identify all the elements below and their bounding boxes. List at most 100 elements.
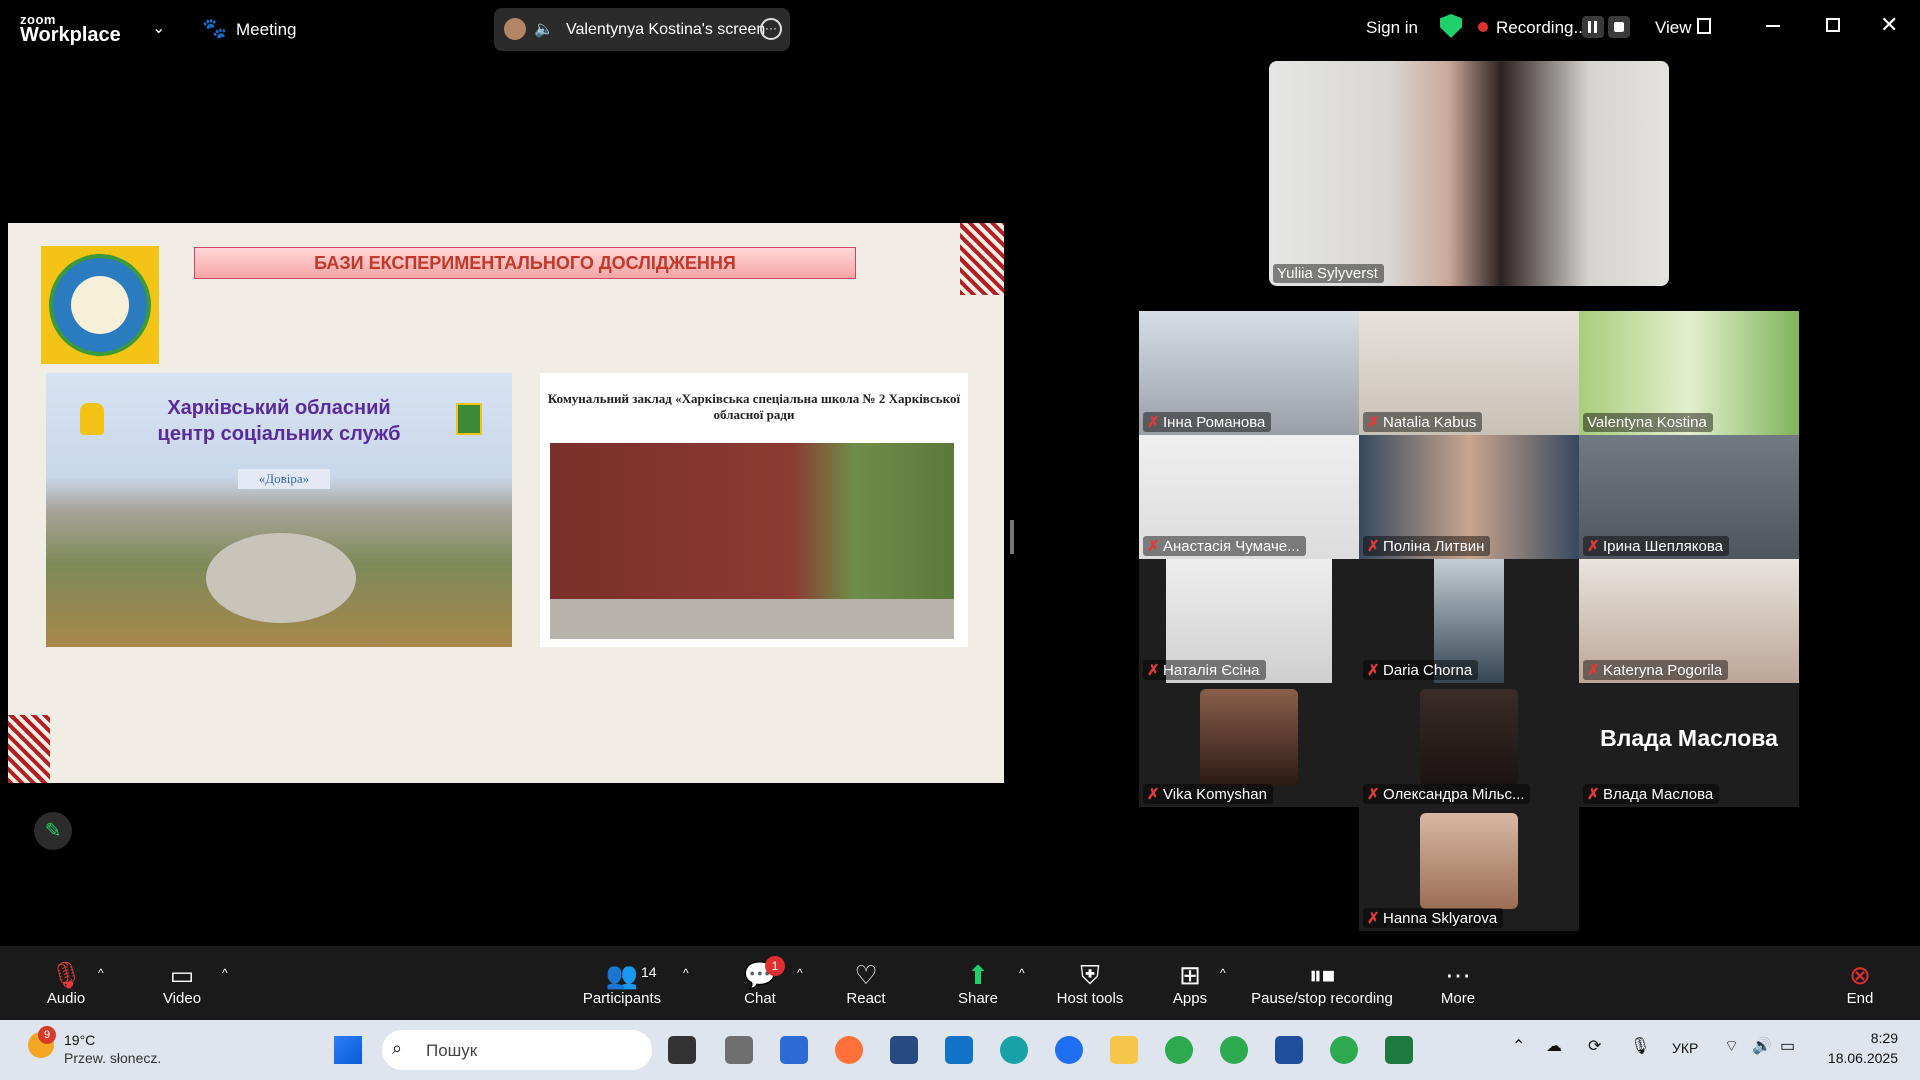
view-menu[interactable]: View (1655, 18, 1692, 38)
participant-tile[interactable]: Влада Маслова ✗ Влада Маслова (1579, 683, 1799, 807)
slide-title: БАЗИ ЕКСПЕРИМЕНТАЛЬНОГО ДОСЛІДЖЕННЯ (194, 247, 856, 279)
mic-off-icon: ✗ (1587, 662, 1600, 679)
audio-options-chevron-icon[interactable]: ^ (98, 966, 104, 980)
mic-off-icon: ✗ (1587, 786, 1600, 803)
more-options-icon[interactable]: ··· (760, 18, 782, 40)
sign-in-link[interactable]: Sign in (1366, 18, 1418, 38)
end-call-icon: ⊗ (1849, 960, 1871, 990)
minimize-icon[interactable] (1766, 25, 1780, 27)
apps-options-chevron-icon[interactable]: ^ (1220, 966, 1226, 980)
close-icon[interactable]: ✕ (1880, 12, 1898, 38)
participant-tile[interactable]: ✗ Hanna Sklyarova (1359, 807, 1579, 931)
participant-tile[interactable]: ✗ Поліна Литвин (1359, 435, 1579, 559)
participant-tile[interactable]: ✗ Kateryna Pogorila (1579, 559, 1799, 683)
resize-handle[interactable] (1010, 520, 1014, 554)
paw-icon[interactable]: 🐾 (202, 16, 227, 41)
outlook-icon[interactable] (945, 1036, 973, 1064)
school-building-photo (550, 443, 954, 639)
pause-recording-button[interactable] (1582, 16, 1604, 38)
screen-owner-label: Valentynya Kostina's screen (566, 21, 766, 38)
apps-button[interactable]: ⊞ Apps (1160, 960, 1220, 1007)
chrome-icon[interactable] (1165, 1036, 1193, 1064)
meeting-label[interactable]: Meeting (236, 20, 296, 40)
taskbar-search[interactable]: ⌕ Пошук (382, 1030, 652, 1070)
chevron-down-icon[interactable]: ⌄ (152, 18, 165, 38)
screen-share-pill[interactable]: 🔈 Valentynya Kostina's screen ··· (494, 8, 790, 51)
recording-label[interactable]: Recording... (1496, 18, 1588, 38)
more-button[interactable]: ⋯ More (1428, 960, 1488, 1007)
participant-tile[interactable]: ✗ Vika Komyshan (1139, 683, 1359, 807)
edge-icon[interactable] (1000, 1036, 1028, 1064)
pause-stop-recording-button[interactable]: ⏸⏹ Pause/stop recording (1244, 960, 1400, 1007)
battery-icon[interactable]: ▭ (1780, 1036, 1795, 1056)
annotate-pen-icon[interactable]: ✎ (34, 812, 72, 850)
host-tools-button[interactable]: ⛨ Host tools (1050, 960, 1130, 1007)
clock-date[interactable]: 18.06.2025 (1820, 1050, 1898, 1066)
stop-recording-button[interactable] (1608, 16, 1630, 38)
mic-off-icon: ✗ (1367, 538, 1380, 555)
apps-icon: ⊞ (1179, 960, 1201, 990)
video-options-chevron-icon[interactable]: ^ (222, 966, 228, 980)
share-button[interactable]: ⬆ Share (948, 960, 1008, 1007)
weather-description[interactable]: Przew. słonecz. (64, 1050, 161, 1066)
participant-tile[interactable]: ✗ Natalia Kabus (1359, 311, 1579, 435)
temperature[interactable]: 19°C (64, 1032, 95, 1048)
restore-icon[interactable] (1826, 18, 1840, 32)
mic-off-icon: ✗ (1147, 414, 1160, 431)
task-view-icon[interactable] (668, 1036, 696, 1064)
microphone-icon[interactable]: 🎙 (1630, 1036, 1650, 1056)
file-explorer-icon[interactable] (1110, 1036, 1138, 1064)
participant-tile[interactable]: ✗ Ірина Шеплякова (1579, 435, 1799, 559)
participant-tile[interactable]: ✗ Наталія Єсіна (1139, 559, 1359, 683)
participant-tile[interactable]: ✗ Анастасія Чумаче... (1139, 435, 1359, 559)
firefox-icon[interactable] (835, 1036, 863, 1064)
search-placeholder: Пошук (426, 1041, 478, 1060)
participants-count: 14 (641, 964, 657, 980)
recording-dot-icon (1478, 22, 1488, 32)
clock-time[interactable]: 8:29 (1838, 1030, 1898, 1046)
participant-display-name: Влада Маслова (1600, 725, 1778, 751)
ornament-top-right (960, 223, 1004, 295)
gallery-grid: ✗ Інна Романова ✗ Natalia Kabus Valentyna … (1139, 311, 1799, 931)
ornament-bottom-left (8, 715, 50, 783)
mic-off-icon: ✗ (1367, 414, 1380, 431)
store-icon[interactable] (780, 1036, 808, 1064)
chat-options-chevron-icon[interactable]: ^ (797, 966, 803, 980)
share-options-chevron-icon[interactable]: ^ (1019, 966, 1025, 980)
react-button[interactable]: ♡ React (836, 960, 896, 1007)
language-indicator[interactable]: УКР (1672, 1040, 1698, 1056)
tray-chevron-icon[interactable]: ⌃ (1512, 1036, 1525, 1056)
heart-icon: ♡ (854, 960, 878, 990)
participant-tile[interactable]: Valentyna Kostina (1579, 311, 1799, 435)
word-icon[interactable] (1275, 1036, 1303, 1064)
volume-icon[interactable]: 🔊 (1752, 1036, 1772, 1056)
participant-tile[interactable]: ✗ Олександра Мільс... (1359, 683, 1579, 807)
weather-badge: 9 (38, 1026, 56, 1044)
widgets-icon[interactable] (725, 1036, 753, 1064)
excel-icon[interactable] (1385, 1036, 1413, 1064)
mic-off-icon: ✗ (1367, 662, 1380, 679)
onedrive-icon[interactable]: ☁ (1546, 1036, 1562, 1056)
chrome-profile-icon[interactable] (1220, 1036, 1248, 1064)
chat-badge: 1 (765, 956, 785, 976)
wifi-icon[interactable]: ⌔ (1724, 1036, 1739, 1056)
sync-icon[interactable]: ⟳ (1588, 1036, 1601, 1056)
share-screen-icon: ⬆ (967, 960, 989, 990)
grid-view-icon[interactable] (1697, 18, 1711, 34)
video-button[interactable]: ▭ Video (152, 960, 212, 1007)
start-windows-icon[interactable] (334, 1036, 362, 1064)
shield-check-icon[interactable] (1440, 14, 1462, 38)
participants-options-chevron-icon[interactable]: ^ (683, 966, 689, 980)
workplace-logo: Workplace (20, 24, 121, 46)
chrome-second-profile-icon[interactable] (1330, 1036, 1358, 1064)
mic-off-icon: ✗ (1367, 786, 1380, 803)
speaker-video[interactable]: Yuliia Sylyverst (1269, 61, 1669, 286)
mic-off-icon: ✗ (1147, 662, 1160, 679)
bing-icon[interactable] (890, 1036, 918, 1064)
audio-button[interactable]: 🎙 Audio (36, 960, 96, 1007)
participant-tile[interactable]: ✗ Daria Chorna (1359, 559, 1579, 683)
end-meeting-button[interactable]: ⊗ End (1830, 960, 1890, 1007)
ellipsis-icon: ⋯ (1445, 960, 1471, 990)
participant-tile[interactable]: ✗ Інна Романова (1139, 311, 1359, 435)
zoom-app-icon[interactable] (1055, 1036, 1083, 1064)
